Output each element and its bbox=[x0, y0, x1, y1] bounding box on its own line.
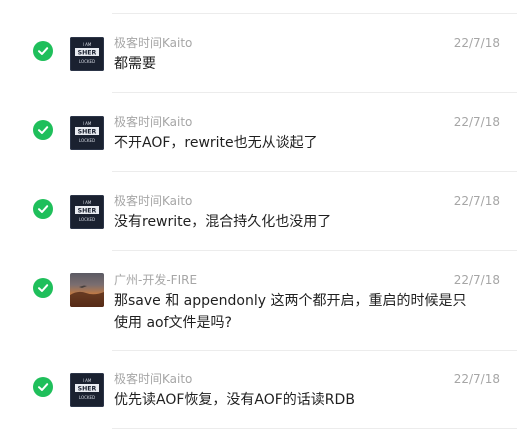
sender-name[interactable]: 极客时间Kaito bbox=[114, 372, 192, 386]
sherlock-avatar[interactable]: I AM SHER LOCKED bbox=[70, 37, 104, 71]
divider bbox=[112, 171, 517, 172]
avatar-text-line: LOCKED bbox=[79, 138, 95, 143]
sender-name[interactable]: 极客时间Kaito bbox=[114, 115, 192, 129]
message-date: 22/7/18 bbox=[453, 194, 500, 208]
sender-name[interactable]: 极客时间Kaito bbox=[114, 36, 192, 50]
avatar-text-line: SHER bbox=[78, 208, 97, 215]
avatar-text-line: SHER bbox=[78, 129, 97, 136]
avatar-text-line: I AM bbox=[83, 200, 92, 205]
divider bbox=[112, 428, 517, 429]
sherlock-avatar[interactable]: I AM SHER LOCKED bbox=[70, 195, 104, 229]
divider bbox=[112, 13, 517, 14]
avatar-text-line: LOCKED bbox=[79, 217, 95, 222]
message-text: 都需要 bbox=[114, 56, 156, 72]
divider bbox=[112, 350, 517, 351]
avatar-text-line: SHER bbox=[78, 386, 97, 393]
check-circle-icon bbox=[33, 377, 53, 397]
message-date: 22/7/18 bbox=[453, 36, 500, 50]
message-date: 22/7/18 bbox=[453, 372, 500, 386]
sunset-avatar[interactable] bbox=[70, 273, 104, 307]
check-circle-icon bbox=[33, 120, 53, 140]
avatar-text-line: I AM bbox=[83, 42, 92, 47]
message-text: 没有rewrite，混合持久化也没用了 bbox=[114, 214, 332, 230]
avatar-text-line: I AM bbox=[83, 378, 92, 383]
check-circle-icon bbox=[33, 199, 53, 219]
message-text: 那save 和 appendonly 这两个都开启，重启的时候是只 bbox=[114, 293, 467, 309]
message-date: 22/7/18 bbox=[453, 273, 500, 287]
avatar-text-line: LOCKED bbox=[79, 395, 95, 400]
divider bbox=[112, 250, 517, 251]
message-list[interactable]: I AM SHER LOCKED 极客时间Kaito 22/7/18 都需要 I… bbox=[0, 0, 529, 435]
check-circle-icon bbox=[33, 278, 53, 298]
message-text: 不开AOF，rewrite也无从谈起了 bbox=[114, 135, 318, 151]
sherlock-avatar[interactable]: I AM SHER LOCKED bbox=[70, 373, 104, 407]
avatar-text-line: I AM bbox=[83, 121, 92, 126]
sender-name[interactable]: 极客时间Kaito bbox=[114, 194, 192, 208]
avatar-text-line: SHER bbox=[78, 50, 97, 57]
message-text: 优先读AOF恢复，没有AOF的话读RDB bbox=[114, 392, 355, 408]
message-date: 22/7/18 bbox=[453, 115, 500, 129]
divider bbox=[112, 92, 517, 93]
check-circle-icon bbox=[33, 41, 53, 61]
sender-name[interactable]: 广州-开发-FIRE bbox=[114, 273, 197, 287]
message-text: 使用 aof文件是吗? bbox=[114, 315, 232, 331]
avatar-text-line: LOCKED bbox=[79, 59, 95, 64]
sherlock-avatar[interactable]: I AM SHER LOCKED bbox=[70, 116, 104, 150]
